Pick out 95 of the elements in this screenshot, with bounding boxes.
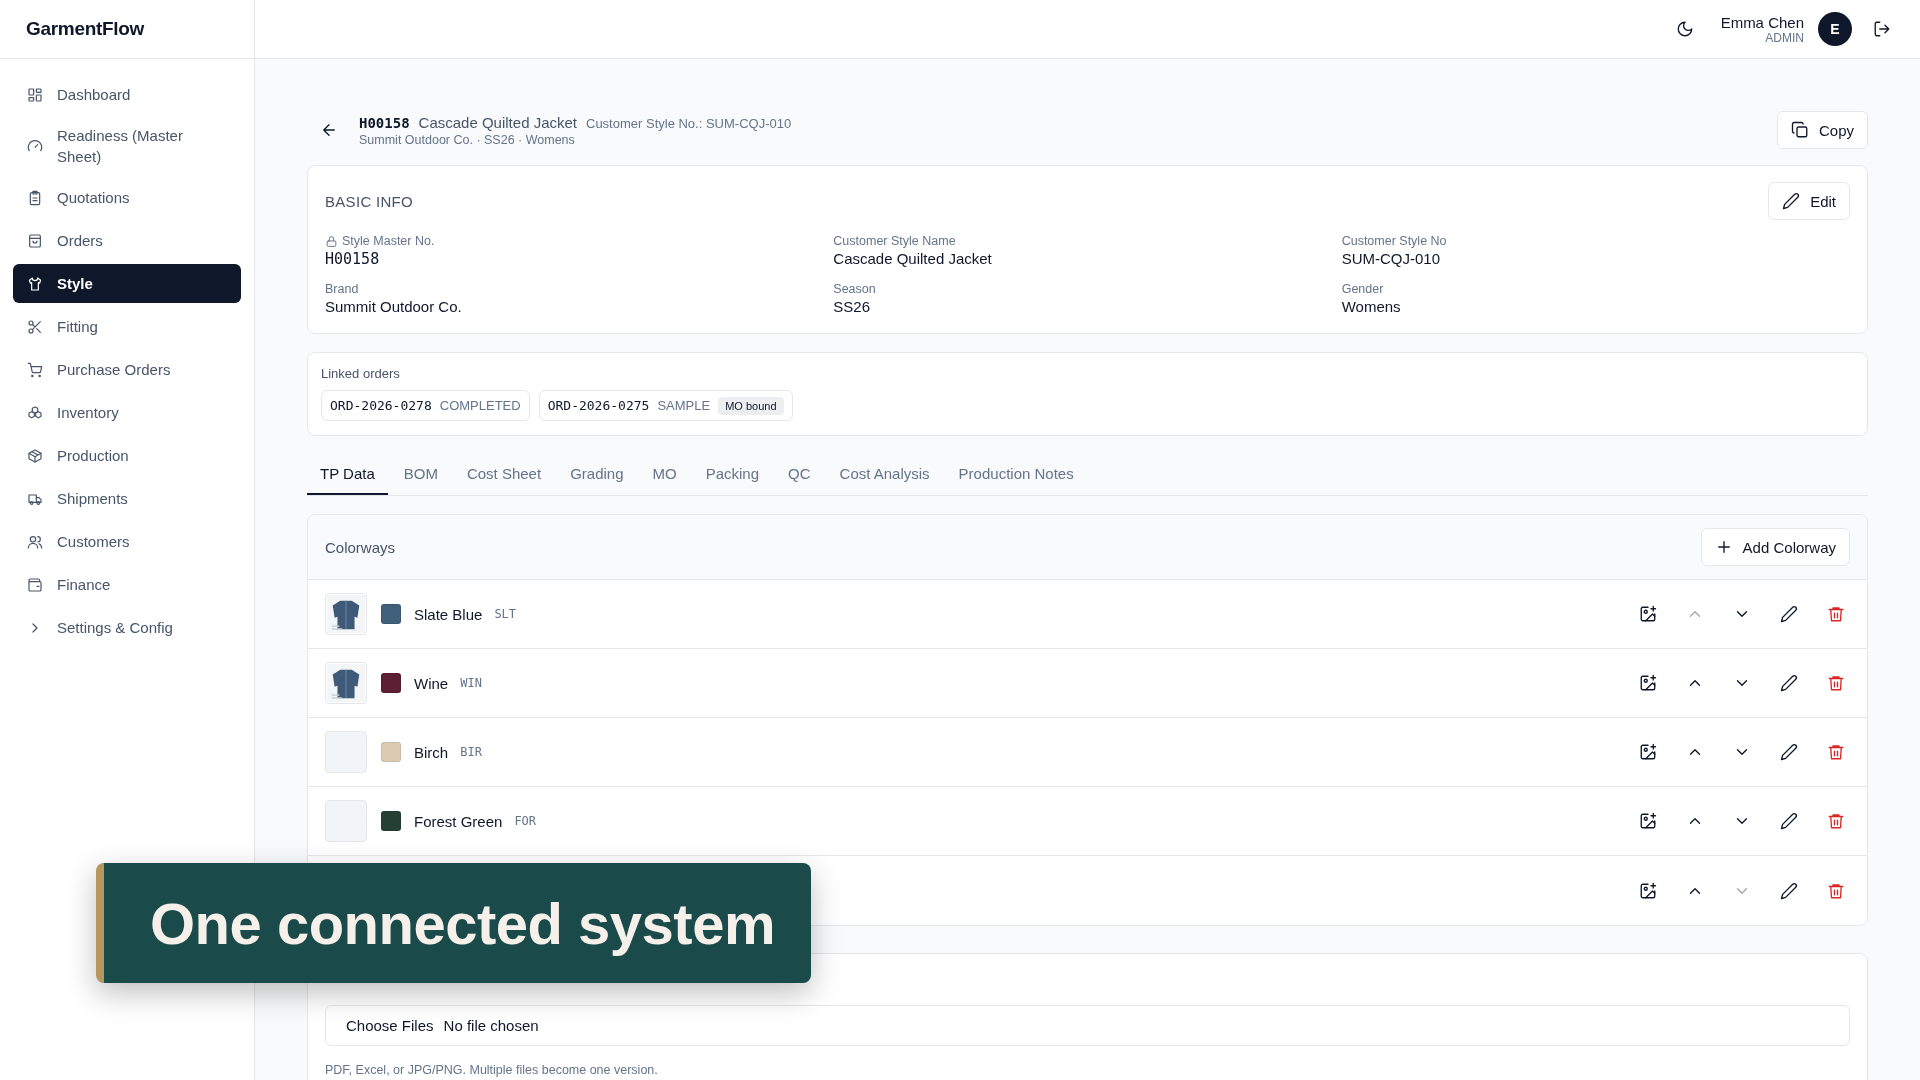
delete-icon[interactable]	[1826, 811, 1846, 831]
colorway-code: WIN	[460, 676, 482, 690]
edit-icon[interactable]	[1779, 604, 1799, 624]
tab[interactable]: QC	[775, 454, 824, 495]
order-chip[interactable]: ORD-2026-0275 SAMPLE MO bound	[538, 390, 793, 421]
edit-icon[interactable]	[1779, 880, 1799, 901]
cart-icon	[27, 361, 43, 378]
tab[interactable]: TP Data	[307, 454, 388, 495]
boxes-icon	[27, 404, 43, 421]
wallet-icon	[27, 576, 43, 593]
caption-banner: One connected system	[96, 863, 811, 983]
user-role: ADMIN	[1765, 30, 1804, 45]
field-label: Style Master No.	[342, 234, 435, 248]
add-image-icon[interactable]	[1638, 673, 1658, 693]
field-label: Season	[833, 282, 876, 296]
copy-button[interactable]: Copy	[1776, 111, 1868, 149]
tab[interactable]: BOM	[390, 454, 451, 495]
nav-item[interactable]: Finance	[13, 565, 241, 604]
order-status: SAMPLE	[657, 398, 711, 413]
field-label: Gender	[1341, 282, 1384, 296]
field-value: SS26	[833, 298, 872, 315]
field-value: H00158	[325, 250, 381, 268]
user-name: Emma Chen	[1720, 13, 1804, 31]
colorway-code: SLT	[494, 607, 517, 621]
pencil-icon	[1782, 192, 1801, 210]
edit-icon[interactable]	[1779, 811, 1799, 831]
user-avatar[interactable]: E	[1818, 12, 1852, 46]
tab[interactable]: Production Notes	[945, 454, 1087, 495]
nav-item[interactable]: Quotations	[13, 178, 241, 217]
gauge-icon	[27, 138, 43, 154]
clipboard-icon	[27, 189, 43, 206]
shirt-icon	[27, 275, 43, 292]
tab[interactable]: Packing	[692, 454, 773, 495]
nav-item[interactable]: Customers	[13, 522, 241, 561]
section-title: Colorways	[325, 538, 396, 556]
edit-icon[interactable]	[1779, 742, 1799, 762]
colorway-code: BIR	[460, 745, 482, 759]
copy-icon	[1790, 121, 1809, 139]
logout-icon[interactable]	[1872, 19, 1892, 39]
colorway-name: Wine	[414, 674, 449, 692]
nav-item[interactable]: Purchase Orders	[13, 350, 241, 389]
linked-orders-label: Linked orders	[321, 366, 401, 381]
colorway-name: Birch	[414, 743, 449, 761]
field-label: Customer Style No	[1341, 234, 1447, 248]
tab[interactable]: Cost Sheet	[453, 454, 555, 495]
nav-item[interactable]: Readiness (Master Sheet)	[13, 118, 241, 174]
order-status: COMPLETED	[439, 398, 521, 413]
field-value: Summit Outdoor Co.	[325, 298, 463, 315]
tab[interactable]: MO	[639, 454, 690, 495]
field-value: Womens	[1341, 298, 1402, 315]
add-image-icon[interactable]	[1638, 880, 1658, 901]
app-logo[interactable]: GarmentFlow	[26, 18, 145, 40]
help-text: PDF, Excel, or JPG/PNG. Multiple files become one version.	[325, 1063, 659, 1077]
users-icon	[27, 533, 43, 550]
style-code: H00158	[359, 114, 410, 131]
delete-icon[interactable]	[1826, 673, 1846, 693]
order-number: ORD-2026-0278	[330, 398, 432, 413]
style-name: Cascade Quilted Jacket	[418, 113, 577, 131]
add-colorway-button[interactable]: Add Colorway	[1700, 528, 1850, 566]
lock-icon	[325, 234, 338, 248]
order-badge: MO bound	[718, 396, 784, 415]
nav-item[interactable]: Shipments	[13, 479, 241, 518]
nav-item[interactable]: Inventory	[13, 393, 241, 432]
tab[interactable]: Cost Analysis	[826, 454, 943, 495]
file-input[interactable]: Choose Files No file chosen	[325, 1005, 1850, 1046]
field-label: Brand	[325, 282, 359, 296]
colorway-name: Slate Blue	[414, 605, 483, 623]
colorway-name: Forest Green	[414, 812, 503, 830]
dashboard-icon	[27, 86, 43, 103]
nav-item[interactable]: Orders	[13, 221, 241, 260]
field-label: Customer Style Name	[833, 234, 956, 248]
add-image-icon[interactable]	[1638, 811, 1658, 831]
delete-icon[interactable]	[1826, 742, 1846, 762]
order-number: ORD-2026-0275	[547, 398, 650, 413]
field-value: Cascade Quilted Jacket	[833, 250, 993, 267]
order-chip[interactable]: ORD-2026-0278 COMPLETED	[321, 390, 530, 421]
colorway-code: FOR	[514, 814, 537, 828]
tab[interactable]: Grading	[557, 454, 637, 495]
field-value: SUM-CQJ-010	[1341, 250, 1441, 267]
delete-icon[interactable]	[1826, 604, 1846, 624]
customer-style-number: Customer Style No.: SUM-CQJ-010	[586, 115, 792, 131]
package-icon	[27, 447, 43, 464]
edit-icon[interactable]	[1779, 673, 1799, 693]
nav-item[interactable]: Dashboard	[13, 75, 241, 114]
nav-item[interactable]: Fitting	[13, 307, 241, 346]
style-subtitle: Summit Outdoor Co. · SS26 · Womens	[359, 132, 576, 147]
edit-button[interactable]: Edit	[1768, 182, 1850, 220]
nav-item[interactable]: Production	[13, 436, 241, 475]
nav-item[interactable]: Style	[13, 264, 241, 303]
nav-item[interactable]: Settings & Config	[13, 608, 241, 647]
section-title: BASIC INFO	[325, 192, 413, 210]
scissors-icon	[27, 318, 43, 335]
add-image-icon[interactable]	[1638, 604, 1658, 624]
shopping-bag-icon	[27, 232, 43, 249]
add-image-icon[interactable]	[1638, 742, 1658, 762]
